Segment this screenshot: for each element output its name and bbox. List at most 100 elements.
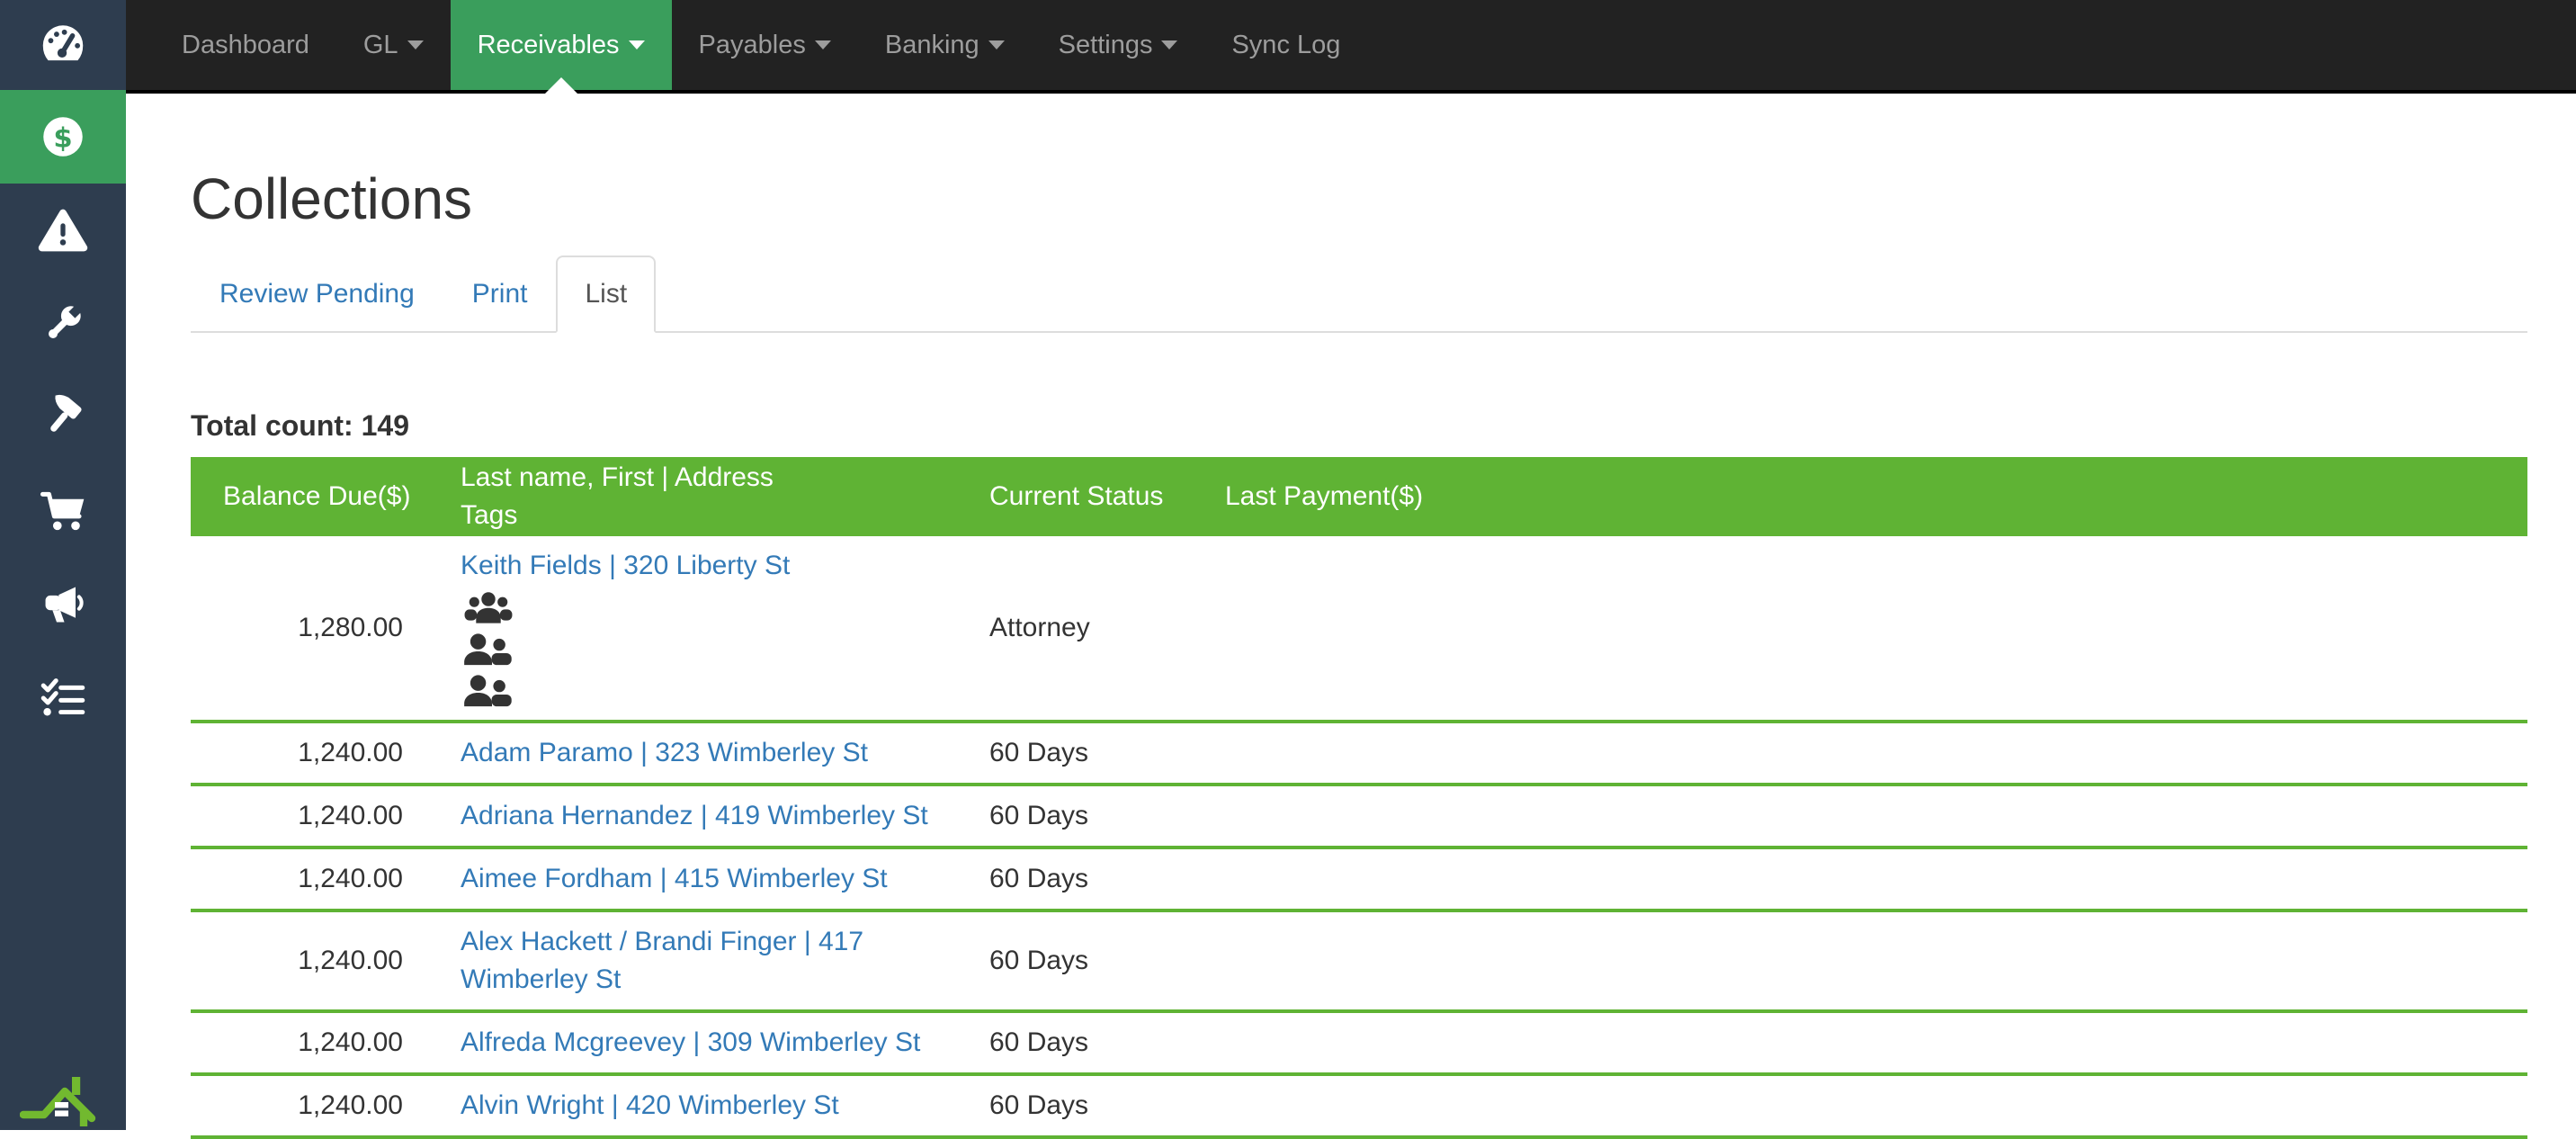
name-cell: Alfreda Mcgreevey | 309 Wimberley St	[446, 1011, 975, 1076]
active-nav-notch	[544, 77, 577, 94]
top-nav: Dashboard GL Receivables Payables Banking Set…	[126, 0, 2576, 94]
dollar-circle-icon: $	[43, 117, 83, 157]
nav-item-settings[interactable]: Settings	[1032, 0, 1205, 90]
nav-item-banking[interactable]: Banking	[858, 0, 1032, 90]
table-row: 1,240.00 Alex Hackett / Brandi Finger | 4…	[191, 910, 2527, 1013]
nav-item-payables[interactable]: Payables	[672, 0, 858, 90]
two-users-icon	[464, 633, 512, 666]
customer-link[interactable]: Adriana Hernandez | 419 Wimberley St	[461, 801, 928, 830]
sidebar: $	[0, 0, 126, 1130]
two-users-icon	[464, 675, 512, 707]
nav-item-receivables[interactable]: Receivables	[450, 0, 672, 94]
table-row: 1,240.00 Alvin Wright | 420 Wimberley St 6…	[191, 1074, 2527, 1139]
customer-link[interactable]: Alvin Wright | 420 Wimberley St	[461, 1090, 839, 1120]
sidebar-item-dollar-circle[interactable]: $	[0, 90, 126, 184]
caret-down-icon	[988, 40, 1005, 49]
top-navbar: Dashboard GL Receivables Payables Banking Set…	[126, 0, 2576, 94]
balance-cell: 1,240.00	[191, 1011, 446, 1076]
collections-table: Balance Due($) Last name, First | Address…	[191, 457, 2527, 1139]
caret-down-icon	[407, 40, 424, 49]
status-cell: 60 Days	[975, 722, 1211, 786]
payment-cell	[1211, 722, 2527, 786]
balance-cell: 1,240.00	[191, 722, 446, 786]
column-header-name: Last name, First | Address Tags	[446, 457, 975, 536]
payment-cell	[1211, 1074, 2527, 1139]
tab-list[interactable]: List	[556, 256, 657, 333]
balance-cell: 1,280.00	[191, 536, 446, 723]
status-cell: 60 Days	[975, 848, 1211, 912]
customer-link[interactable]: Adam Paramo | 323 Wimberley St	[461, 738, 868, 767]
brand-logo[interactable]	[0, 0, 126, 90]
customer-link[interactable]: Alfreda Mcgreevey | 309 Wimberley St	[461, 1027, 920, 1057]
table-body: 1,280.00 Keith Fields | 320 Liberty St At…	[191, 536, 2527, 1139]
table-row: 1,280.00 Keith Fields | 320 Liberty St At…	[191, 536, 2527, 723]
nav-item-gl[interactable]: GL	[336, 0, 451, 90]
customer-link[interactable]: Keith Fields | 320 Liberty St	[461, 551, 790, 580]
app: $ Dashboard GL Receivables Payables Bank…	[0, 0, 2576, 1139]
payment-cell	[1211, 785, 2527, 849]
sidebar-item-wrench[interactable]	[0, 277, 126, 371]
name-cell: Adam Paramo | 323 Wimberley St	[446, 722, 975, 786]
nav-item-label: GL	[362, 30, 398, 59]
customer-link[interactable]: Alex Hackett / Brandi Finger | 417 Wimbe…	[461, 927, 863, 994]
table-row: 1,240.00 Aimee Fordham | 415 Wimberley St…	[191, 848, 2527, 912]
balance-cell: 1,240.00	[191, 910, 446, 1013]
roofline-logo	[20, 1077, 96, 1126]
balance-cell: 1,240.00	[191, 785, 446, 849]
sidebar-item-warning-triangle[interactable]	[0, 184, 126, 277]
column-header-balance: Balance Due($)	[191, 457, 446, 536]
nav-item-label: Sync Log	[1231, 30, 1341, 59]
name-cell: Alex Hackett / Brandi Finger | 417 Wimbe…	[446, 910, 975, 1013]
balance-cell: 1,240.00	[191, 848, 446, 912]
nav-item-label: Banking	[884, 30, 979, 59]
balance-cell: 1,240.00	[191, 1074, 446, 1139]
page-title: Collections	[191, 166, 473, 231]
status-cell: 60 Days	[975, 1074, 1211, 1139]
payment-cell	[1211, 536, 2527, 723]
payment-cell	[1211, 910, 2527, 1013]
wrench-icon	[49, 302, 85, 338]
main-content: Collections Review Pending Print List Tota…	[126, 94, 2576, 1139]
column-header-status: Current Status	[975, 457, 1211, 536]
total-count: Total count: 149	[191, 409, 409, 442]
name-cell: Aimee Fordham | 415 Wimberley St	[446, 848, 975, 912]
caret-down-icon	[814, 40, 831, 49]
sidebar-nav: $	[0, 90, 126, 745]
gauge-logo-icon	[42, 25, 84, 61]
nav-item-sync-log[interactable]: Sync Log	[1204, 0, 1367, 90]
group-users-icon	[464, 592, 513, 623]
sidebar-item-megaphone[interactable]	[0, 558, 126, 651]
payment-cell	[1211, 1011, 2527, 1076]
megaphone-icon	[45, 587, 84, 623]
status-cell: 60 Days	[975, 1011, 1211, 1076]
nav-item-label: Dashboard	[182, 30, 309, 59]
payment-cell	[1211, 848, 2527, 912]
roofline-logo-wrap	[0, 1063, 126, 1126]
nav-item-label: Settings	[1058, 30, 1153, 59]
caret-down-icon	[628, 40, 645, 49]
shopping-cart-icon	[40, 491, 85, 531]
table-header: Balance Due($) Last name, First | Address…	[191, 457, 2527, 536]
tags	[461, 590, 961, 709]
sidebar-item-shopping-cart[interactable]	[0, 464, 126, 558]
tab-print[interactable]: Print	[443, 256, 557, 333]
table-row: 1,240.00 Adriana Hernandez | 419 Wimberle…	[191, 785, 2527, 849]
status-cell: 60 Days	[975, 785, 1211, 849]
hammer-icon	[50, 394, 82, 432]
name-cell: Adriana Hernandez | 419 Wimberley St	[446, 785, 975, 849]
table-row: 1,240.00 Adam Paramo | 323 Wimberley St 60…	[191, 722, 2527, 786]
tabs: Review Pending Print List	[191, 256, 2527, 333]
sidebar-item-checklist[interactable]	[0, 651, 126, 745]
tab-review-pending[interactable]: Review Pending	[191, 256, 443, 333]
column-header-payment: Last Payment($)	[1211, 457, 2527, 536]
nav-item-dashboard[interactable]: Dashboard	[155, 0, 336, 90]
checklist-icon	[40, 678, 85, 716]
sidebar-item-hammer[interactable]	[0, 371, 126, 464]
warning-triangle-icon	[38, 209, 88, 252]
nav-item-label: Receivables	[477, 30, 620, 59]
svg-text:$: $	[53, 122, 72, 154]
customer-link[interactable]: Aimee Fordham | 415 Wimberley St	[461, 864, 888, 893]
status-cell: Attorney	[975, 536, 1211, 723]
header-row: Balance Due($) Last name, First | Address…	[191, 457, 2527, 536]
caret-down-icon	[1161, 40, 1178, 49]
